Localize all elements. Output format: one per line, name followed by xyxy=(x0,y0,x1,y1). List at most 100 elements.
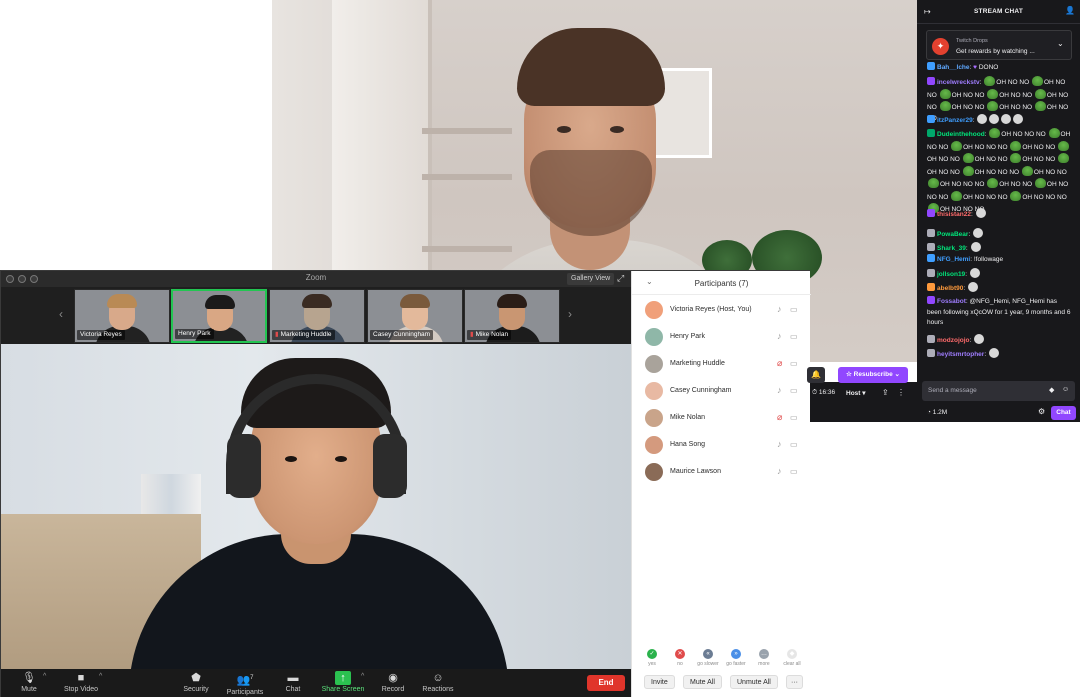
chat-username[interactable]: Dudeinthehood xyxy=(937,131,985,138)
chevron-right-icon[interactable]: › xyxy=(568,307,572,321)
stop-video-button[interactable]: ■ Stop Video xyxy=(59,671,103,695)
thumbnail-hair xyxy=(400,294,430,308)
chat-header: ↦ STREAM CHAT 👤 xyxy=(917,0,1080,24)
video-options-caret[interactable]: ^ xyxy=(99,673,102,680)
participant-row[interactable]: Casey Cunningham ♪ ▭ xyxy=(632,378,811,405)
reaction-yes[interactable]: ✓ yes xyxy=(640,649,664,667)
participant-row[interactable]: Maurice Lawson ♪ ▭ xyxy=(632,459,811,486)
camera-icon[interactable]: ▭ xyxy=(790,359,798,368)
resubscribe-button[interactable]: ☆ Resubscribe ⌄ xyxy=(838,367,908,383)
share-options-caret[interactable]: ^ xyxy=(361,673,364,680)
participants-title: Participants (7) xyxy=(694,279,749,288)
microphone-icon[interactable]: ♪ xyxy=(777,439,782,449)
fullscreen-icon[interactable]: ⤢ xyxy=(617,274,624,283)
camera-icon[interactable]: ▭ xyxy=(790,467,798,476)
invite-button[interactable]: Invite xyxy=(644,675,675,689)
chat-message: Fossabot: @NFG_Hemi, NFG_Hemi has been f… xyxy=(927,296,1071,326)
participant-row[interactable]: Hana Song ♪ ▭ xyxy=(632,432,811,459)
reaction-no[interactable]: ✕ no xyxy=(668,649,692,667)
reaction-icon: ✓ xyxy=(647,649,657,659)
chat-bubble-icon: ▬ xyxy=(287,672,299,684)
chat-username[interactable]: Shark_39 xyxy=(937,245,966,252)
microphone-icon[interactable]: ♪ xyxy=(777,331,782,341)
more-options-button[interactable]: ··· xyxy=(786,675,803,689)
reaction-more[interactable]: … more xyxy=(752,649,776,667)
reaction-go-slower[interactable]: « go slower xyxy=(696,649,720,667)
send-chat-button[interactable]: Chat xyxy=(1051,406,1076,420)
bell-icon[interactable]: 🔔 xyxy=(807,367,825,383)
frog-emote-icon xyxy=(1034,101,1046,111)
mic-muted-icon[interactable]: ⌀ xyxy=(777,412,782,423)
reaction-go-faster[interactable]: » go faster xyxy=(724,649,748,667)
twitch-drops-banner[interactable]: ✦ Twitch Drops Get rewards by watching .… xyxy=(926,30,1072,60)
reaction-icon: « xyxy=(703,649,713,659)
security-button[interactable]: ⬟ Security xyxy=(179,671,213,695)
participant-row[interactable]: Victoria Reyes (Host, You) ♪ ▭ xyxy=(632,297,811,324)
users-icon[interactable]: 👤 xyxy=(1065,6,1075,15)
participant-thumbnail[interactable]: Henry Park xyxy=(171,289,267,343)
unmute-all-button[interactable]: Unmute All xyxy=(730,675,778,689)
participant-thumbnail[interactable]: Casey Cunningham xyxy=(367,289,463,343)
camera-icon[interactable]: ▭ xyxy=(790,332,798,341)
chat-username[interactable]: modzojojo xyxy=(937,337,970,344)
channel-points[interactable]: ◔ 1.2M xyxy=(927,409,947,416)
frog-emote-icon xyxy=(1058,140,1070,151)
mute-button[interactable]: 🎙 Mute xyxy=(15,671,43,695)
chat-username[interactable]: incelwreckstv xyxy=(937,79,980,86)
camera-icon[interactable]: ▭ xyxy=(790,440,798,449)
gallery-view-button[interactable]: Gallery View xyxy=(567,273,615,285)
audio-options-caret[interactable]: ^ xyxy=(43,673,46,680)
chat-messages: Bah__lche: ♥ DONO incelwreckstv: OH NO NO… xyxy=(917,62,1080,362)
microphone-icon[interactable]: ♪ xyxy=(777,304,782,314)
share-icon[interactable]: ⇪ xyxy=(882,388,889,397)
share-screen-button[interactable]: ↑ Share Screen xyxy=(319,671,367,695)
end-meeting-button[interactable]: End xyxy=(587,675,625,691)
chat-username[interactable]: itzPanzer29 xyxy=(937,117,973,124)
microphone-icon[interactable]: ♪ xyxy=(777,385,782,395)
chat-username[interactable]: abelbt90 xyxy=(937,285,963,292)
chevron-left-icon[interactable]: ‹ xyxy=(59,307,63,321)
frog-emote-icon xyxy=(989,128,1001,138)
participant-name: Marketing Huddle xyxy=(670,360,725,367)
chat-username[interactable]: Bah__lche xyxy=(937,64,970,71)
chat-button[interactable]: ▬ Chat xyxy=(281,671,305,695)
chat-message: NFG_Hemi: !followage xyxy=(927,254,1073,266)
reaction-label: clear all xyxy=(783,661,801,667)
bits-icon[interactable]: ◆ xyxy=(1049,386,1054,394)
participant-thumbnail[interactable]: ▮ Mike Nolan xyxy=(464,289,560,343)
chat-username[interactable]: NFG_Hemi xyxy=(937,256,970,263)
participant-row[interactable]: Mike Nolan ⌀ ▭ xyxy=(632,405,811,432)
camera-icon[interactable]: ▭ xyxy=(790,305,798,314)
participant-thumbnail[interactable]: Victoria Reyes xyxy=(74,289,170,343)
participants-button[interactable]: 👥7 Participants xyxy=(223,671,267,697)
reactions-button[interactable]: ☺ Reactions xyxy=(419,671,457,695)
chat-input[interactable]: Send a message ◆ ☺ xyxy=(922,381,1075,401)
thumbnail-name-tag: ▮ Marketing Huddle xyxy=(272,330,335,340)
participant-row[interactable]: Marketing Huddle ⌀ ▭ xyxy=(632,351,811,378)
chat-username[interactable]: jollson19 xyxy=(937,271,965,278)
headphone-cup xyxy=(373,434,407,498)
microphone-icon[interactable]: ♪ xyxy=(777,466,782,476)
avatar xyxy=(645,436,663,454)
emote-icon xyxy=(1001,114,1012,124)
frog-emote-icon xyxy=(1034,88,1046,99)
mute-all-button[interactable]: Mute All xyxy=(683,675,722,689)
wall-shelf xyxy=(422,128,512,134)
camera-icon[interactable]: ▭ xyxy=(790,413,798,422)
participant-thumbnail[interactable]: ▮ Marketing Huddle xyxy=(269,289,365,343)
chat-username[interactable]: Fossabot xyxy=(937,298,966,305)
host-button[interactable]: Host ▾ xyxy=(846,389,866,397)
participant-row[interactable]: Henry Park ♪ ▭ xyxy=(632,324,811,351)
chat-username[interactable]: heyitsmrtopher xyxy=(937,351,984,358)
reaction-clear-all[interactable]: ◆ clear all xyxy=(780,649,804,667)
chat-username[interactable]: PowaBear xyxy=(937,231,968,238)
shield-icon: ⬟ xyxy=(191,672,201,684)
record-button[interactable]: ◉ Record xyxy=(379,671,407,695)
gear-icon[interactable]: ⚙ xyxy=(1038,407,1045,416)
mic-muted-icon[interactable]: ⌀ xyxy=(777,358,782,369)
emote-picker-icon[interactable]: ☺ xyxy=(1062,386,1069,393)
chat-username[interactable]: thisistan22 xyxy=(937,211,971,218)
more-vertical-icon[interactable]: ⋮ xyxy=(897,388,905,397)
chevron-down-icon[interactable]: ⌄ xyxy=(1057,39,1064,48)
camera-icon[interactable]: ▭ xyxy=(790,386,798,395)
